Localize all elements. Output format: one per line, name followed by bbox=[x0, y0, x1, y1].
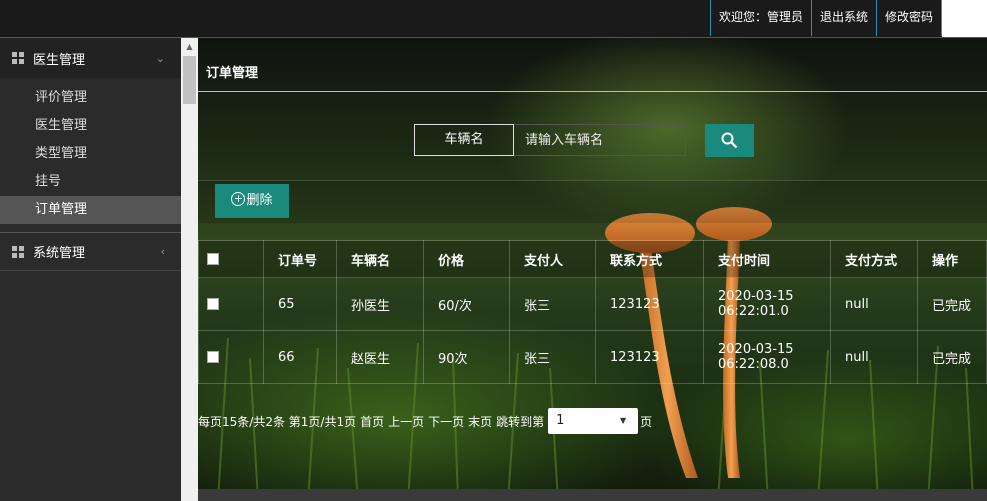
row-select-cell bbox=[198, 277, 264, 331]
sidebar-group-doctor[interactable]: 医生管理 ⌄ bbox=[0, 38, 181, 78]
toolbar bbox=[198, 180, 987, 223]
grid-icon bbox=[12, 245, 24, 258]
pager-prev-link[interactable]: 上一页 bbox=[388, 413, 424, 430]
bottom-strip bbox=[198, 489, 987, 501]
table-row: 65 孙医生 60/次 张三 123123 2020-03-15 06:22:01… bbox=[198, 277, 987, 331]
row-checkbox[interactable] bbox=[207, 351, 219, 363]
cell-name: 孙医生 bbox=[336, 277, 424, 331]
sidebar-item-reviews[interactable]: 评价管理 bbox=[0, 84, 181, 112]
cell-contact: 123123 bbox=[595, 277, 704, 331]
table-header-row: 订单号 车辆名 价格 支付人 联系方式 支付时间 支付方式 操作 bbox=[198, 240, 987, 278]
sidebar-submenu: 评价管理 医生管理 类型管理 挂号 订单管理 bbox=[0, 78, 181, 233]
dropdown-arrow-icon: ▼ bbox=[620, 416, 627, 425]
pager-suffix: 页 bbox=[640, 414, 653, 429]
sidebar-item-types[interactable]: 类型管理 bbox=[0, 140, 181, 168]
pager-first-link[interactable]: 首页 bbox=[360, 413, 384, 430]
grid-icon bbox=[12, 52, 24, 64]
select-all-checkbox[interactable] bbox=[207, 253, 219, 265]
cell-action[interactable]: 已完成 bbox=[917, 277, 987, 331]
logout-link[interactable]: 退出系统 bbox=[810, 0, 876, 36]
cell-pay-time: 2020-03-15 06:22:08.0 bbox=[703, 330, 831, 384]
col-price[interactable]: 价格 bbox=[423, 240, 510, 278]
search-input[interactable] bbox=[514, 124, 686, 156]
sidebar-scrollbar[interactable]: ▲ bbox=[181, 38, 198, 501]
page-select-value: 1 bbox=[556, 413, 565, 428]
cell-price: 60/次 bbox=[423, 277, 510, 331]
sidebar-item-registration[interactable]: 挂号 bbox=[0, 168, 181, 196]
cell-pay-method: null bbox=[830, 330, 918, 384]
col-name[interactable]: 车辆名 bbox=[336, 240, 424, 278]
cell-payer: 张三 bbox=[509, 277, 596, 331]
search-label: 车辆名 bbox=[414, 124, 514, 156]
cell-payer: 张三 bbox=[509, 330, 596, 384]
pay-clock: 06:22:01.0 bbox=[718, 304, 789, 319]
sidebar-group-label: 系统管理 bbox=[33, 246, 86, 261]
search-icon bbox=[721, 132, 738, 149]
top-bar: 欢迎您：管理员 退出系统 修改密码 bbox=[0, 0, 987, 38]
sidebar-group-label: 医生管理 bbox=[33, 52, 86, 68]
scroll-up-arrow-icon[interactable]: ▲ bbox=[181, 38, 198, 55]
delete-label: 删除 bbox=[246, 193, 273, 208]
pager-last-link[interactable]: 末页 bbox=[468, 413, 492, 430]
main-content: 订单管理 车辆名 +删除 订单号 车辆名 价格 支付人 联系方式 支付时间 支付… bbox=[198, 38, 987, 501]
col-action[interactable]: 操作 bbox=[917, 240, 987, 278]
cell-order-id: 66 bbox=[263, 330, 337, 384]
col-order-id[interactable]: 订单号 bbox=[263, 240, 337, 278]
top-links: 欢迎您：管理员 退出系统 修改密码 bbox=[709, 0, 942, 37]
cell-pay-method: null bbox=[830, 277, 918, 331]
title-divider bbox=[198, 91, 987, 92]
sidebar: 医生管理 ⌄ 评价管理 医生管理 类型管理 挂号 订单管理 系统管理 ‹ bbox=[0, 38, 181, 501]
pager-jump-label: 跳转到第 bbox=[496, 414, 545, 429]
col-contact[interactable]: 联系方式 bbox=[595, 240, 704, 278]
top-corner bbox=[942, 0, 987, 37]
row-select-cell bbox=[198, 330, 264, 384]
pay-date: 2020-03-15 bbox=[718, 342, 794, 357]
col-pay-time[interactable]: 支付时间 bbox=[703, 240, 831, 278]
pager-summary: 每页15条/共2条 第1页/共1页 bbox=[198, 414, 357, 429]
col-payer[interactable]: 支付人 bbox=[509, 240, 596, 278]
page-title: 订单管理 bbox=[206, 66, 259, 81]
sidebar-item-orders[interactable]: 订单管理 bbox=[0, 196, 181, 224]
search-button[interactable] bbox=[705, 124, 754, 157]
pagination: 每页15条/共2条 第1页/共1页 首页 上一页 下一页 末页 跳转到第 1 ▼… bbox=[198, 408, 656, 434]
col-pay-method[interactable]: 支付方式 bbox=[830, 240, 918, 278]
cell-action[interactable]: 已完成 bbox=[917, 330, 987, 384]
page-select[interactable]: 1 ▼ bbox=[548, 408, 639, 434]
cell-price: 90次 bbox=[423, 330, 510, 384]
chevron-down-icon: ⌄ bbox=[155, 51, 165, 65]
change-password-link[interactable]: 修改密码 bbox=[875, 0, 942, 36]
cell-pay-time: 2020-03-15 06:22:01.0 bbox=[703, 277, 831, 331]
cell-contact: 123123 bbox=[595, 330, 704, 384]
pay-clock: 06:22:08.0 bbox=[718, 357, 789, 372]
welcome-text: 欢迎您：管理员 bbox=[709, 0, 811, 36]
sidebar-item-doctors[interactable]: 医生管理 bbox=[0, 112, 181, 140]
delete-button[interactable]: + 删除 bbox=[215, 184, 289, 218]
row-checkbox[interactable] bbox=[207, 298, 219, 310]
pay-date: 2020-03-15 bbox=[718, 289, 794, 304]
scroll-thumb[interactable] bbox=[183, 56, 196, 104]
plus-circle-icon: + bbox=[231, 191, 246, 206]
table-row: 66 赵医生 90次 张三 123123 2020-03-15 06:22:08.… bbox=[198, 330, 987, 384]
orders-table: 订单号 车辆名 价格 支付人 联系方式 支付时间 支付方式 操作 65 孙医生 … bbox=[198, 240, 987, 384]
select-all-cell bbox=[198, 240, 264, 278]
chevron-left-icon: ‹ bbox=[160, 245, 165, 258]
pager-next-link[interactable]: 下一页 bbox=[428, 413, 464, 430]
cell-order-id: 65 bbox=[263, 277, 337, 331]
sidebar-group-system[interactable]: 系统管理 ‹ bbox=[0, 233, 181, 271]
cell-name: 赵医生 bbox=[336, 330, 424, 384]
